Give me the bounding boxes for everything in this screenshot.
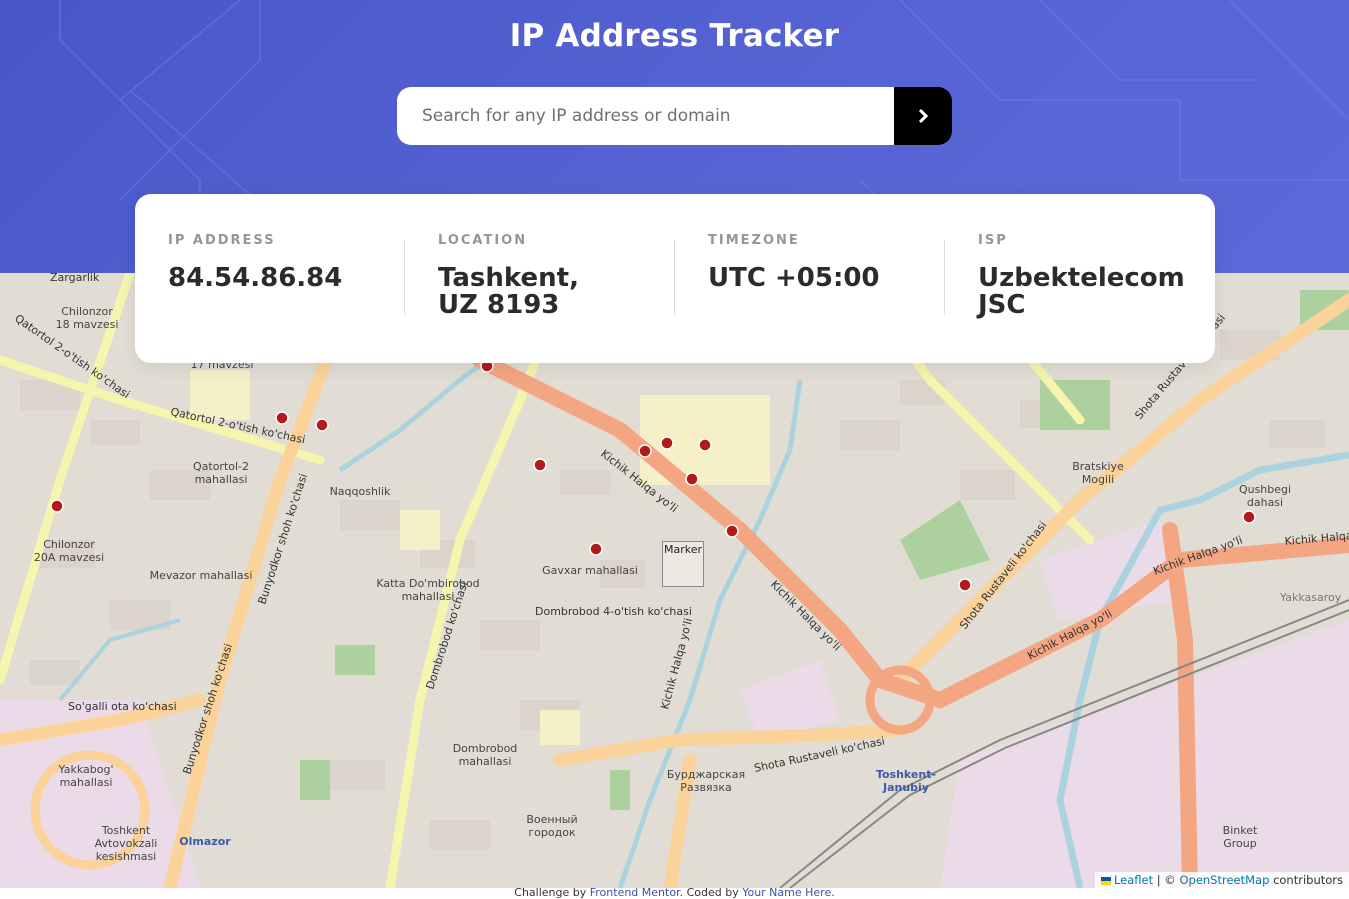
svg-text:Gavxar mahallasi: Gavxar mahallasi — [542, 564, 638, 577]
svg-text:Naqqoshlik: Naqqoshlik — [330, 485, 391, 498]
map-attribution: Leaflet | © OpenStreetMap contributors — [1094, 872, 1349, 888]
search-submit-button[interactable] — [894, 87, 952, 145]
svg-text:dahasi: dahasi — [1247, 496, 1283, 509]
stat-ip-address: IP ADDRESS 84.54.86.84 — [168, 194, 404, 363]
svg-text:Group: Group — [1223, 837, 1257, 850]
svg-text:mahallasi: mahallasi — [60, 776, 113, 789]
location-marker[interactable]: Marker — [662, 541, 704, 587]
svg-text:Dombrobod 4-o'tish ko'chasi: Dombrobod 4-o'tish ko'chasi — [535, 605, 692, 618]
stat-value: Uzbektelecom JSC — [978, 263, 1185, 320]
svg-text:mahallasi: mahallasi — [195, 473, 248, 486]
stat-isp: ISP Uzbektelecom JSC — [978, 194, 1214, 363]
svg-text:Бурджарская: Бурджарская — [667, 768, 745, 781]
svg-text:Chilonzor: Chilonzor — [61, 305, 113, 318]
svg-text:mahallasi: mahallasi — [402, 590, 455, 603]
svg-text:So'galli ota ko'chasi: So'galli ota ko'chasi — [68, 700, 177, 713]
stat-value: Tashkent, UZ 8193 — [438, 263, 579, 320]
search-bar — [397, 87, 952, 145]
svg-text:Mogili: Mogili — [1082, 473, 1114, 486]
svg-text:Olmazor: Olmazor — [179, 835, 231, 848]
svg-text:Mevazor mahallasi: Mevazor mahallasi — [150, 569, 253, 582]
svg-text:18 mavzesi: 18 mavzesi — [56, 318, 119, 331]
chevron-right-icon — [918, 109, 928, 123]
svg-text:Развязка: Развязка — [680, 781, 732, 794]
divider — [944, 240, 945, 315]
svg-text:Toshkent-: Toshkent- — [876, 768, 936, 781]
svg-text:kesishmasi: kesishmasi — [96, 850, 156, 863]
svg-text:20A mavzesi: 20A mavzesi — [34, 551, 104, 564]
map-view[interactable]: Chilonzor 18 mavzesi Qatortol-2 mahallasi … — [0, 273, 1349, 888]
svg-text:Qatortol-2: Qatortol-2 — [193, 460, 249, 473]
footer-end: . — [831, 886, 835, 899]
svg-text:Yakkasaroy: Yakkasaroy — [1279, 591, 1342, 604]
ip-info-card: IP ADDRESS 84.54.86.84 LOCATION Tashkent… — [135, 194, 1215, 363]
svg-text:Военный: Военный — [526, 813, 577, 826]
stat-value: UTC +05:00 — [708, 263, 880, 293]
svg-text:Bratskiye: Bratskiye — [1072, 460, 1124, 473]
divider — [674, 240, 675, 315]
divider — [404, 240, 405, 315]
search-input[interactable] — [397, 87, 894, 145]
svg-text:городок: городок — [528, 826, 576, 839]
marker-label: Marker — [664, 543, 703, 556]
svg-text:Yakkabog': Yakkabog' — [58, 763, 114, 776]
openstreetmap-link[interactable]: OpenStreetMap — [1179, 873, 1269, 887]
stat-label: LOCATION — [438, 233, 528, 248]
author-link[interactable]: Your Name Here — [742, 886, 831, 899]
footer-middle: . Coded by — [679, 886, 739, 899]
svg-text:Zargarlik: Zargarlik — [50, 273, 100, 284]
stat-label: TIMEZONE — [708, 233, 800, 248]
frontend-mentor-link[interactable]: Frontend Mentor — [590, 886, 680, 899]
stat-timezone: TIMEZONE UTC +05:00 — [708, 194, 944, 363]
stat-label: IP ADDRESS — [168, 233, 276, 248]
svg-text:Qushbegi: Qushbegi — [1239, 483, 1291, 496]
svg-text:Avtovokzali: Avtovokzali — [95, 837, 158, 850]
page-title: IP Address Tracker — [509, 18, 840, 54]
svg-text:Chilonzor: Chilonzor — [43, 538, 95, 551]
svg-text:Toshkent: Toshkent — [101, 824, 151, 837]
attribution-separator: | © — [1156, 873, 1176, 887]
svg-text:Binket: Binket — [1223, 824, 1258, 837]
stat-location: LOCATION Tashkent, UZ 8193 — [438, 194, 674, 363]
svg-text:mahallasi: mahallasi — [459, 755, 512, 768]
ukraine-flag-icon — [1100, 876, 1111, 885]
svg-text:Dombrobod: Dombrobod — [453, 742, 518, 755]
attribution-suffix: contributors — [1273, 873, 1343, 887]
footer-prefix: Challenge by — [514, 886, 587, 899]
leaflet-link[interactable]: Leaflet — [1114, 873, 1153, 887]
stat-label: ISP — [978, 233, 1008, 248]
stat-value: 84.54.86.84 — [168, 263, 343, 293]
svg-text:Janubiy: Janubiy — [882, 781, 929, 794]
